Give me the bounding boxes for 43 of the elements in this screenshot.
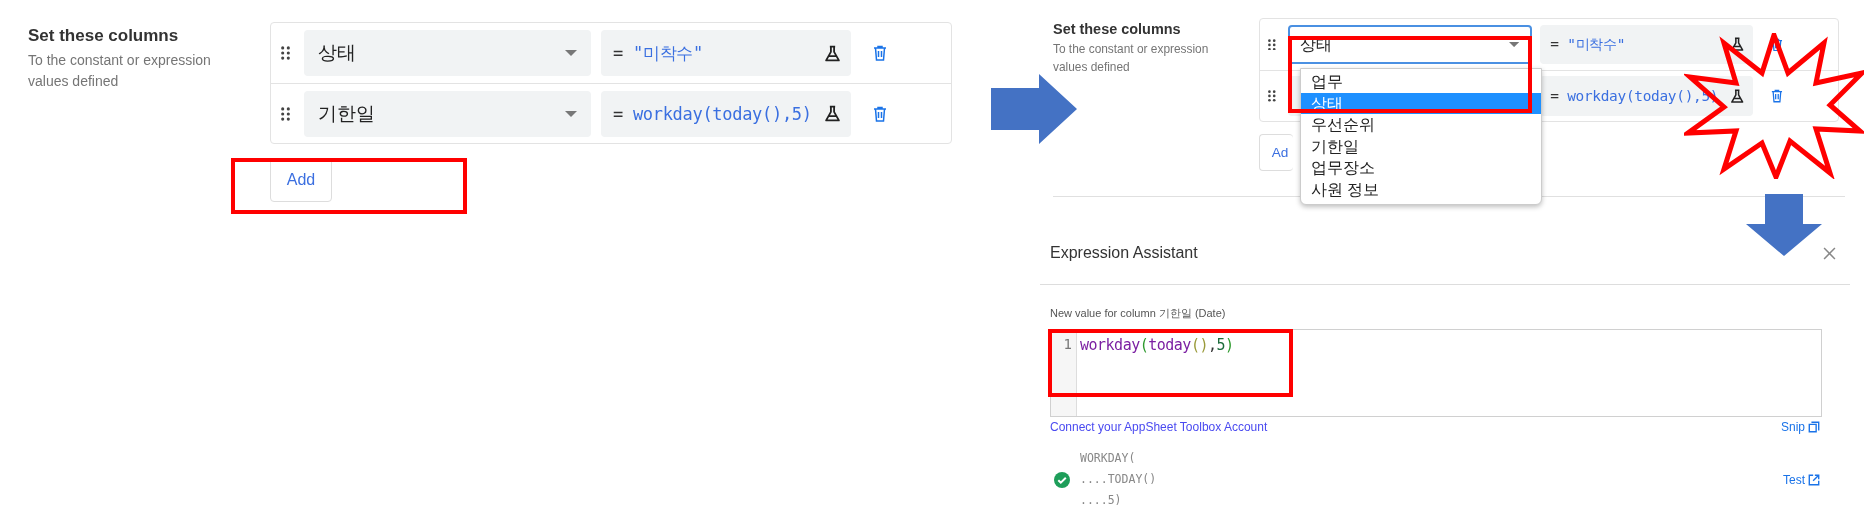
flask-icon[interactable] <box>824 44 841 62</box>
drag-handle-icon[interactable] <box>1268 90 1276 102</box>
open-external-icon <box>1808 473 1820 486</box>
dropdown-option[interactable]: 사원 정보 <box>1301 178 1541 200</box>
column-select[interactable]: 상태 <box>304 30 591 76</box>
dropdown-option[interactable]: 업무 <box>1301 71 1541 93</box>
expression-field[interactable]: = "미착수" <box>601 30 851 76</box>
add-button[interactable]: Ad <box>1258 133 1293 172</box>
delete-icon[interactable] <box>873 105 887 122</box>
result-line: ....TODAY() <box>1080 471 1157 488</box>
line-number: 1 <box>1063 336 1072 352</box>
column-select[interactable]: 기한일 <box>304 90 591 137</box>
section-hint: To the constant or expression values defined <box>28 51 212 91</box>
code-editor[interactable]: 1 workday(today(),5) <box>1050 329 1822 417</box>
delete-icon[interactable] <box>1771 89 1784 103</box>
caret-icon <box>565 50 577 56</box>
code-line: workday(today(),5) <box>1080 336 1234 354</box>
close-icon[interactable] <box>1823 246 1836 260</box>
delete-icon[interactable] <box>1771 37 1784 52</box>
result-line: ....5) <box>1080 492 1122 509</box>
flask-icon[interactable] <box>824 105 841 122</box>
drag-handle-icon[interactable] <box>281 106 290 121</box>
caret-icon <box>565 110 577 117</box>
result-line: WORKDAY( <box>1080 450 1136 467</box>
section-title: Set these columns <box>28 26 180 46</box>
dropdown-option[interactable]: 우선순위 <box>1301 114 1541 136</box>
snip-link[interactable]: Snip <box>1780 420 1820 434</box>
drag-handle-icon[interactable] <box>1268 38 1276 51</box>
dropdown-option[interactable]: 업무장소 <box>1301 157 1541 179</box>
toolbox-link[interactable]: Connect your AppSheet Toolbox Account <box>1050 420 1268 434</box>
section-title: Set these columns <box>1053 21 1182 38</box>
delete-icon[interactable] <box>873 45 887 61</box>
copy-icon <box>1808 421 1820 433</box>
section-hint: To the constant or expression values defined <box>1053 40 1210 76</box>
expression-field[interactable]: = workday(today(),5) <box>601 90 851 137</box>
test-link[interactable]: Test <box>1783 472 1820 487</box>
dropdown-option[interactable]: 기한일 <box>1301 135 1541 157</box>
flask-icon[interactable] <box>1729 88 1745 104</box>
field-label: New value for column 기한일 (Date) <box>1050 306 1227 321</box>
dialog-title: Expression Assistant <box>1050 244 1198 262</box>
drag-handle-icon[interactable] <box>281 46 290 60</box>
caret-icon <box>1509 41 1520 48</box>
expression-field[interactable]: = "미착수" <box>1540 24 1753 65</box>
